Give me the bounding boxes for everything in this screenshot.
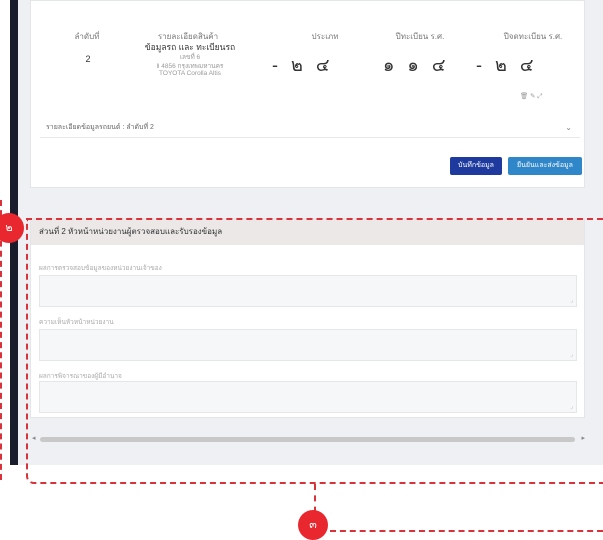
vehicle-detail-accordion[interactable]: รายละเอียดข้อมูลรถยนต์ : ลำดับที่ 2 ⌄ xyxy=(40,118,580,138)
screenshot-stage: ลำดับที่ รายละเอียดสินค้า ประเภท ปีทะเบี… xyxy=(0,0,603,540)
table-header-index: ลำดับที่ xyxy=(74,32,100,41)
annotation-badge-3: ๓ xyxy=(298,510,328,540)
save-button[interactable]: บันทึกข้อมูล xyxy=(450,157,502,175)
year-value: ๑ ๑ ๔ xyxy=(383,55,450,75)
row-index: 2 xyxy=(85,54,91,64)
table-header-type: ประเภท xyxy=(311,32,339,41)
table-header-year-reg: ปีจดทะเบียน ร.ศ. xyxy=(503,32,563,41)
accordion-label: รายละเอียดข้อมูลรถยนต์ : ลำดับที่ 2 xyxy=(46,124,154,131)
chevron-down-icon: ⌄ xyxy=(565,123,572,132)
product-detail-3: TOYOTA Corolla Altis xyxy=(159,70,221,77)
submit-button[interactable]: ยืนยันและส่งข้อมูล xyxy=(508,157,582,175)
row-action-icons[interactable]: 🗑 ✎ ⤢ xyxy=(520,92,543,101)
year-reg-value: - ๒ ๔ xyxy=(476,55,538,75)
annotation-dashed-line-bottom xyxy=(330,530,603,532)
type-value: - ๒ ๔ xyxy=(272,55,334,75)
annotation-dashed-box xyxy=(26,218,603,484)
table-header-year: ปีทะเบียน ร.ศ. xyxy=(395,32,445,41)
